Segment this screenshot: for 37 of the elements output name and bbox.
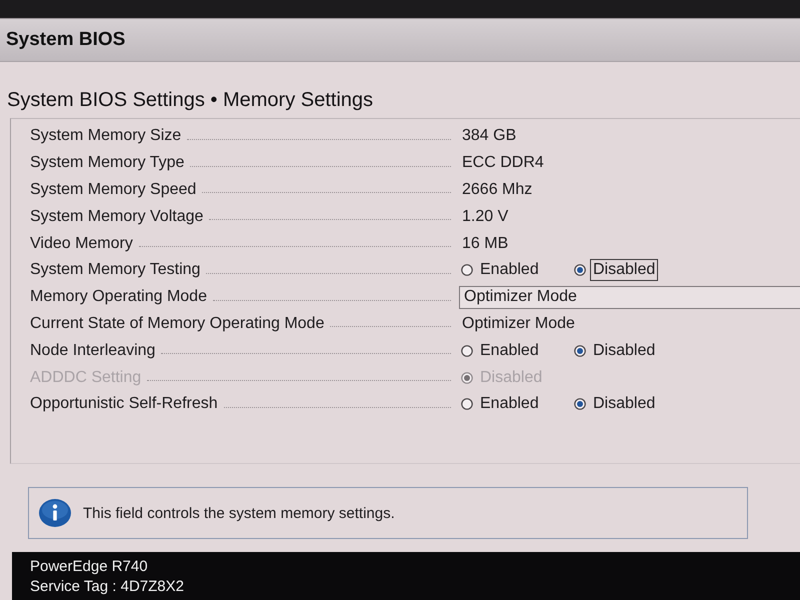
page-title: System BIOS Settings • Memory Settings xyxy=(7,88,374,112)
radio-icon[interactable] xyxy=(574,344,586,357)
model-name: PowerEdge R740 xyxy=(30,558,149,574)
radio-icon[interactable] xyxy=(461,398,473,410)
info-icon xyxy=(39,499,71,527)
setting-label: System Memory Size xyxy=(30,127,182,146)
radio-label[interactable]: Disabled xyxy=(590,259,658,282)
setting-label: Video Memory xyxy=(30,234,133,253)
setting-value: ECC DDR4 xyxy=(461,154,544,172)
setting-label: System Memory Voltage xyxy=(30,208,204,226)
radio-label: Disabled xyxy=(479,368,544,388)
setting-label: System Memory Type xyxy=(30,154,184,172)
setting-value: 384 GB xyxy=(461,127,516,146)
setting-value: 2666 Mhz xyxy=(461,180,532,199)
radio-icon[interactable] xyxy=(461,344,473,357)
radio-icon[interactable] xyxy=(574,264,586,276)
radio-label[interactable]: Enabled xyxy=(477,259,542,282)
setting-label: Memory Operating Mode xyxy=(30,288,207,306)
setting-label: ADDDC Setting xyxy=(30,368,142,387)
setting-label: Opportunistic Self-Refresh xyxy=(30,395,218,414)
setting-label: Current State of Memory Operating Mode xyxy=(30,314,324,333)
header-title: System BIOS xyxy=(6,29,126,51)
setting-value: 16 MB xyxy=(461,234,508,253)
setting-value: Optimizer Mode xyxy=(461,314,575,333)
radio-label[interactable]: Disabled xyxy=(590,393,658,416)
service-tag: Service Tag : 4D7Z8X2 xyxy=(30,578,800,594)
setting-label: System Memory Testing xyxy=(30,261,200,280)
mode-dropdown[interactable]: Optimizer Mode xyxy=(459,286,800,309)
setting-label: System Memory Speed xyxy=(30,180,196,199)
radio-label[interactable]: Enabled xyxy=(477,393,542,416)
radio-label[interactable]: Disabled xyxy=(590,340,658,362)
setting-label: Node Interleaving xyxy=(30,342,156,360)
help-text: This field controls the system memory settings. xyxy=(83,504,395,522)
radio-icon[interactable] xyxy=(461,264,473,276)
setting-value: 1.20 V xyxy=(461,208,508,226)
radio-icon[interactable] xyxy=(574,398,586,410)
radio-label[interactable]: Enabled xyxy=(477,340,542,362)
